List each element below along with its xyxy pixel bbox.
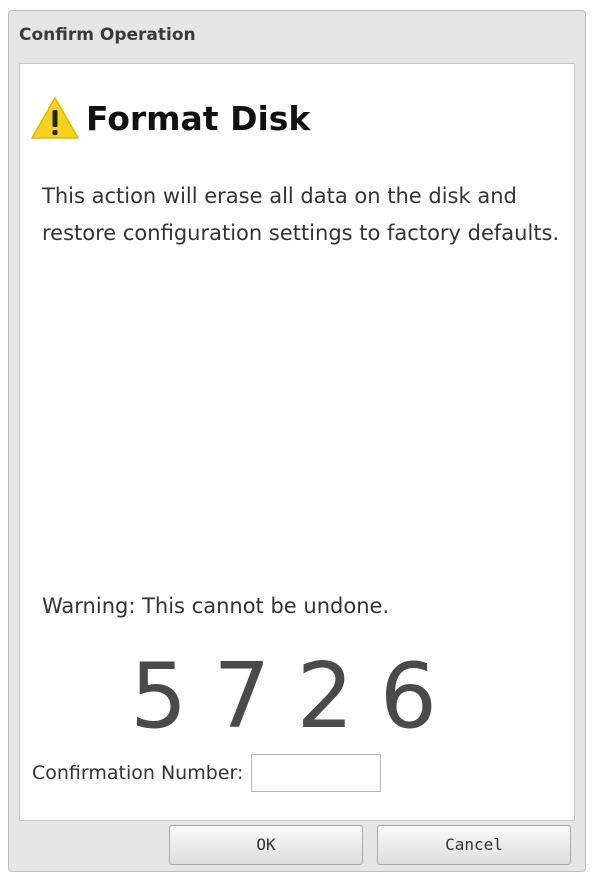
cancel-button[interactable]: Cancel	[377, 825, 571, 865]
page-title: Format Disk	[86, 98, 311, 138]
dialog-title: Confirm Operation	[19, 25, 196, 45]
dialog-content: Format Disk This action will erase all d…	[19, 63, 575, 821]
confirmation-label: Confirmation Number:	[32, 762, 244, 784]
dialog-heading: Format Disk	[30, 96, 310, 140]
confirmation-row: Confirmation Number:	[32, 754, 382, 792]
confirmation-number-input[interactable]	[251, 754, 382, 792]
warning-triangle-icon	[30, 96, 80, 140]
ok-button[interactable]: OK	[169, 825, 363, 865]
description-text: This action will erase all data on the d…	[42, 184, 560, 245]
confirm-dialog: Confirm Operation Format Disk This actio…	[8, 10, 586, 872]
warning-text: Warning: This cannot be undone.	[42, 594, 390, 618]
confirmation-code: 5726	[130, 644, 464, 749]
